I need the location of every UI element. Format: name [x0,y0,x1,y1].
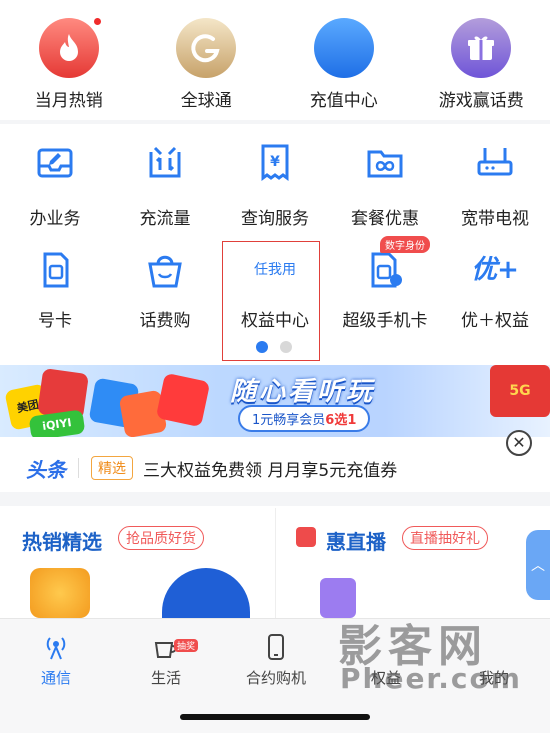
service-label: 超级手机卡 [342,311,428,331]
service-label: 查询服务 [241,209,309,229]
service-data[interactable]: 充流量 [110,142,220,229]
hot-product-image[interactable] [30,568,90,618]
pager-dot[interactable] [280,341,292,353]
service-label: 办业务 [29,209,81,229]
receipt-yen-icon: ¥ [255,142,295,182]
live-tag[interactable]: 直播抽好礼 [402,526,488,550]
app-tile-red-icon [155,372,211,428]
hot-picks-tag[interactable]: 抢品质好货 [118,526,204,550]
gift-icon [451,18,512,78]
shortcut-recharge[interactable]: 充值中心 [275,18,413,118]
notification-dot [91,16,103,27]
grid-pager[interactable] [256,341,292,353]
service-business[interactable]: 办业务 [0,142,110,229]
section-divider [0,492,550,506]
shortcut-label: 游戏赢话费 [438,91,524,111]
global-logo-icon [176,18,237,78]
red-envelope-5g-icon: 5G [490,365,550,417]
svg-text:¥: ¥ [270,154,280,170]
service-plans[interactable]: 套餐优惠 [330,142,440,229]
service-sim[interactable]: 号卡 [0,250,110,331]
router-icon [475,142,515,182]
phone-icon [261,633,291,661]
banner-subtitle: 1元畅享会员6选1 [238,405,371,432]
hot-picks-title[interactable]: 热销精选 [22,526,102,555]
toutiao-logo: 头条 [26,457,66,482]
card-divider [275,508,276,618]
data-traffic-icon [145,142,185,182]
service-label: 号卡 [38,311,72,331]
service-label: 充流量 [139,209,191,229]
inbox-pen-icon [35,142,75,182]
service-label: 宽带电视 [461,209,529,229]
service-broadband[interactable]: 宽带电视 [440,142,550,229]
service-label: 优＋权益 [461,311,529,331]
service-you-plus[interactable]: 优+ 优＋权益 [440,250,550,331]
top-shortcuts: 当月热销 全球通 充值中心 游戏赢话费 [0,16,550,118]
fire-icon [38,16,103,78]
shortcut-global[interactable]: 全球通 [138,18,276,118]
shopping-basket-icon [145,250,185,290]
you-plus-icon: 优+ [471,255,519,285]
tab-contract-phone[interactable]: 合约购机 [226,633,326,688]
digital-id-badge: 数字身份 [380,236,430,253]
service-label: 话费购 [139,311,191,331]
banner-title: 随心看听玩 [230,377,376,407]
folder-infinity-icon [365,142,405,182]
shortcut-game[interactable]: 游戏赢话费 [413,18,550,118]
ticker-tag: 精选 [91,456,133,480]
super-sim-icon [365,250,405,290]
service-super-sim[interactable]: 数字身份 超级手机卡 [330,236,440,331]
pager-dot-active[interactable] [256,341,268,353]
section-divider [0,120,550,124]
shortcut-hot-sale[interactable]: 当月热销 [0,16,138,118]
signal-tower-icon [41,633,71,661]
service-label: 套餐优惠 [351,209,419,229]
live-icon [296,527,316,547]
tab-label: 通信 [40,669,71,687]
shortcut-label: 全球通 [180,91,232,111]
tab-label: 合约购机 [245,669,306,687]
service-query[interactable]: ¥ 查询服务 [220,142,330,229]
watermark-url: Pheer.com [340,662,522,695]
chevron-up-icon[interactable]: ︿ [526,530,550,600]
hot-product-image-2[interactable] [162,568,250,618]
banner-sub-highlight: 6选1 [325,413,357,428]
promo-banner[interactable]: 美团 iQIYI 随心看听玩 1元畅享会员6选1 5G [0,365,550,437]
service-grid-row: 办业务 充流量 ¥ 查询服务 套餐优惠 宽带电视 [0,142,550,229]
home-indicator[interactable] [180,714,370,720]
sim-card-icon [35,250,75,290]
tab-label: 生活 [150,669,181,687]
shortcut-label: 充值中心 [309,91,378,111]
banner-sub-prefix: 1元畅享会员 [252,413,326,428]
lottery-badge: 抽奖 [174,639,199,652]
news-ticker[interactable]: 头条 精选 三大权益免费领 月月享5元充值券 [0,446,550,490]
ticker-separator [78,458,79,478]
recharge-icon [313,18,374,78]
tab-life[interactable]: 抽奖 生活 [116,633,216,688]
service-shop[interactable]: 话费购 [110,250,220,331]
tab-communication[interactable]: 通信 [6,633,106,688]
live-title[interactable]: 惠直播 [326,526,386,555]
shortcut-label: 当月热销 [34,91,103,111]
ticker-text: 三大权益免费领 月月享5元充值券 [143,460,398,481]
